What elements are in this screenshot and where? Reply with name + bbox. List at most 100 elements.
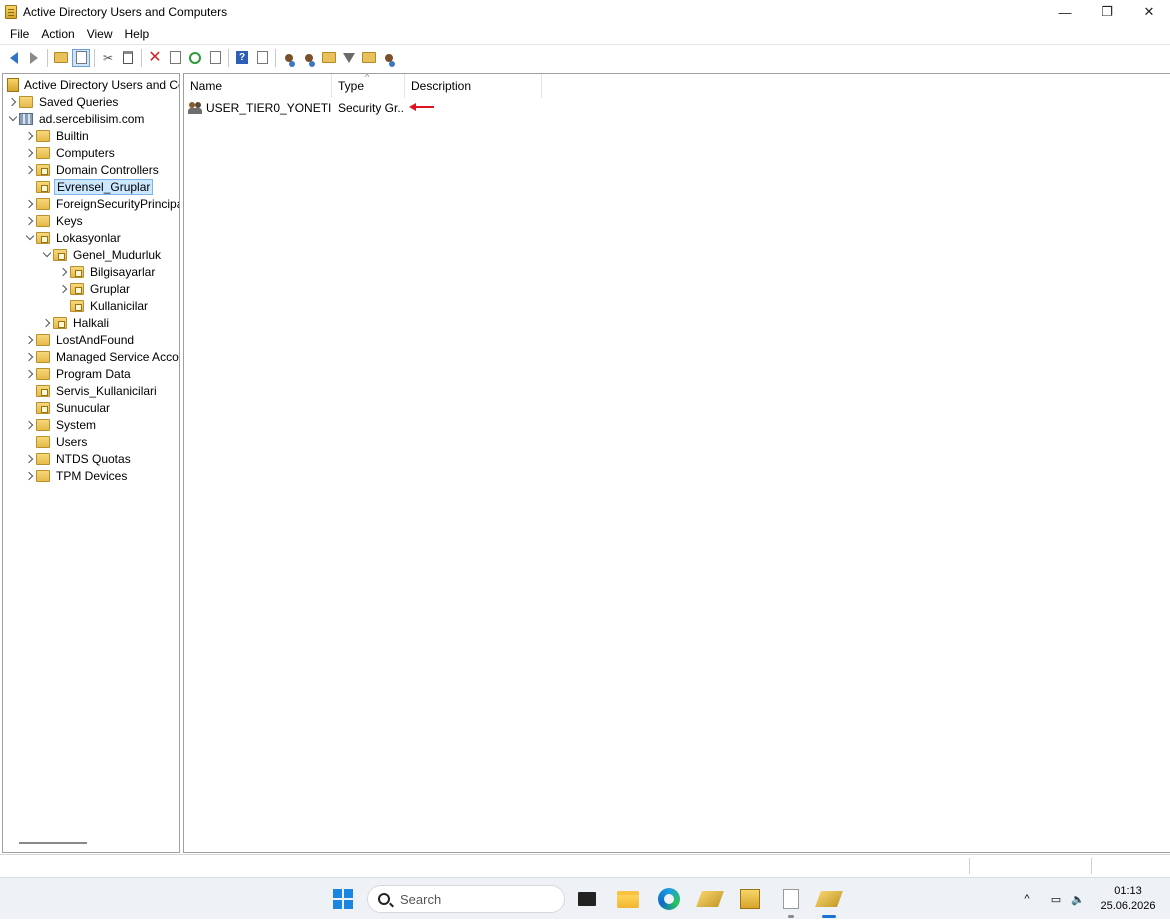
taskbar-search[interactable]: Search (367, 885, 565, 913)
tree-root[interactable]: Active Directory Users and Com (7, 76, 179, 93)
expand-chevron-icon[interactable] (24, 161, 36, 178)
tree-item-gruplar[interactable]: Gruplar (58, 280, 132, 297)
menu-view[interactable]: View (81, 24, 119, 44)
expand-chevron-icon[interactable] (24, 144, 36, 161)
refresh-button[interactable] (186, 49, 204, 67)
filter-button[interactable] (340, 49, 358, 67)
expand-chevron-icon[interactable] (24, 365, 36, 382)
tree-item-program-data[interactable]: Program Data (24, 365, 133, 382)
toolbar: ✂ ✕ ? (0, 44, 1170, 70)
tree-item-halkali[interactable]: Halkali (41, 314, 111, 331)
file-explorer-button[interactable] (615, 886, 641, 912)
new-ou-button[interactable] (320, 49, 338, 67)
server-manager-button[interactable] (696, 886, 724, 912)
tree-item-label: Computers (56, 145, 115, 160)
tree-item-tpm-devices[interactable]: TPM Devices (24, 467, 129, 484)
tray-overflow-chevron-icon[interactable]: ^ (1018, 878, 1036, 920)
tree-item-sunucular[interactable]: Sunucular (24, 399, 112, 416)
menu-file[interactable]: File (4, 24, 35, 44)
tree-item-label: Keys (56, 213, 83, 228)
tree-item-managed-service-accounts[interactable]: Managed Service Accour (24, 348, 179, 365)
tree-horizontal-scrollbar[interactable] (19, 842, 87, 844)
tree-item-label: Saved Queries (39, 94, 119, 109)
column-header-name[interactable]: Name (184, 74, 332, 98)
tree-item-domain-controllers[interactable]: Domain Controllers (24, 161, 161, 178)
minimize-button[interactable]: — (1044, 0, 1086, 24)
new-group-button[interactable] (300, 49, 318, 67)
expand-chevron-icon[interactable] (24, 127, 36, 144)
tree-item-users[interactable]: Users (24, 433, 89, 450)
tree-item-foreign-security-principals[interactable]: ForeignSecurityPrincipals (24, 195, 179, 212)
folder-icon (36, 469, 50, 482)
find-button[interactable] (360, 49, 378, 67)
export-list-button[interactable] (206, 49, 224, 67)
tree-item-keys[interactable]: Keys (24, 212, 85, 229)
expand-chevron-icon[interactable] (24, 331, 36, 348)
delete-button[interactable]: ✕ (146, 49, 164, 67)
new-user-button[interactable] (280, 49, 298, 67)
expand-chevron-icon[interactable] (24, 416, 36, 433)
row-type: Security Gr... (338, 100, 404, 115)
folder-icon (36, 435, 50, 448)
tree-item-saved-queries[interactable]: Saved Queries (7, 93, 120, 110)
expand-chevron-icon[interactable] (58, 263, 70, 280)
tree-item-bilgisayarlar[interactable]: Bilgisayarlar (58, 263, 157, 280)
back-arrow-icon (10, 51, 18, 64)
tree-item-lost-and-found[interactable]: LostAndFound (24, 331, 136, 348)
show-action-pane-button[interactable] (253, 49, 271, 67)
menu-action[interactable]: Action (35, 24, 80, 44)
collapse-chevron-icon[interactable] (41, 246, 53, 263)
network-icon[interactable]: ▭ (1046, 878, 1066, 920)
aduc-taskbar-button[interactable] (815, 886, 843, 912)
collapse-chevron-icon[interactable] (24, 229, 36, 246)
back-button[interactable] (5, 49, 23, 67)
column-header-description[interactable]: Description (405, 74, 542, 98)
forward-button[interactable] (25, 49, 43, 67)
volume-icon[interactable]: 🔈 (1068, 878, 1088, 920)
tree-item-computers[interactable]: Computers (24, 144, 117, 161)
tree-item-lokasyonlar[interactable]: Lokasyonlar (24, 229, 123, 246)
tree-item-label: Genel_Mudurluk (73, 247, 162, 262)
ad-admin-center-button[interactable] (737, 886, 763, 912)
restore-button[interactable]: ❐ (1086, 0, 1128, 24)
task-view-button[interactable] (574, 886, 600, 912)
document-app-button[interactable] (778, 886, 804, 912)
tree-item-label: TPM Devices (56, 468, 128, 483)
expand-chevron-icon[interactable] (24, 467, 36, 484)
close-button[interactable]: ✕ (1128, 0, 1170, 24)
folder-icon (36, 146, 50, 159)
tree-item-ntds-quotas[interactable]: NTDS Quotas (24, 450, 133, 467)
expand-chevron-icon[interactable] (41, 314, 53, 331)
expand-chevron-icon[interactable] (58, 280, 70, 297)
tree-item-servis-kullanicilari[interactable]: Servis_Kullanicilari (24, 382, 159, 399)
show-console-tree-button[interactable] (72, 48, 90, 67)
filter-icon (343, 52, 355, 63)
search-icon (378, 893, 390, 905)
add-to-group-button[interactable] (380, 49, 398, 67)
tree-item-builtin[interactable]: Builtin (24, 127, 91, 144)
cut-button[interactable]: ✂ (99, 49, 117, 67)
menu-help[interactable]: Help (119, 24, 156, 44)
table-row[interactable]: USER_TIER0_YONETICILER Security Gr... (188, 99, 534, 116)
start-button[interactable] (330, 886, 356, 912)
tree-item-evrensel-gruplar[interactable]: Evrensel_Gruplar (24, 178, 154, 195)
taskbar-clock[interactable]: 01:13 25.06.2026 (1098, 884, 1158, 914)
help-button[interactable]: ? (233, 49, 251, 67)
ad-users-computers-icon (5, 5, 17, 19)
up-level-button[interactable] (52, 49, 70, 67)
sort-ascending-icon: ^ (365, 73, 370, 82)
expand-chevron-icon[interactable] (24, 195, 36, 212)
running-indicator (788, 915, 794, 918)
tree-item-genel-mudurluk[interactable]: Genel_Mudurluk (41, 246, 163, 263)
edge-button[interactable] (656, 886, 682, 912)
expand-chevron-icon[interactable] (7, 93, 19, 110)
tree-item-domain[interactable]: ad.sercebilisim.com (7, 110, 146, 127)
tree-item-system[interactable]: System (24, 416, 98, 433)
copy-button[interactable] (119, 49, 137, 67)
collapse-chevron-icon[interactable] (7, 110, 19, 127)
expand-chevron-icon[interactable] (24, 348, 36, 365)
expand-chevron-icon[interactable] (24, 212, 36, 229)
properties-button[interactable] (166, 49, 184, 67)
expand-chevron-icon[interactable] (24, 450, 36, 467)
tree-item-kullanicilar[interactable]: Kullanicilar (58, 297, 150, 314)
